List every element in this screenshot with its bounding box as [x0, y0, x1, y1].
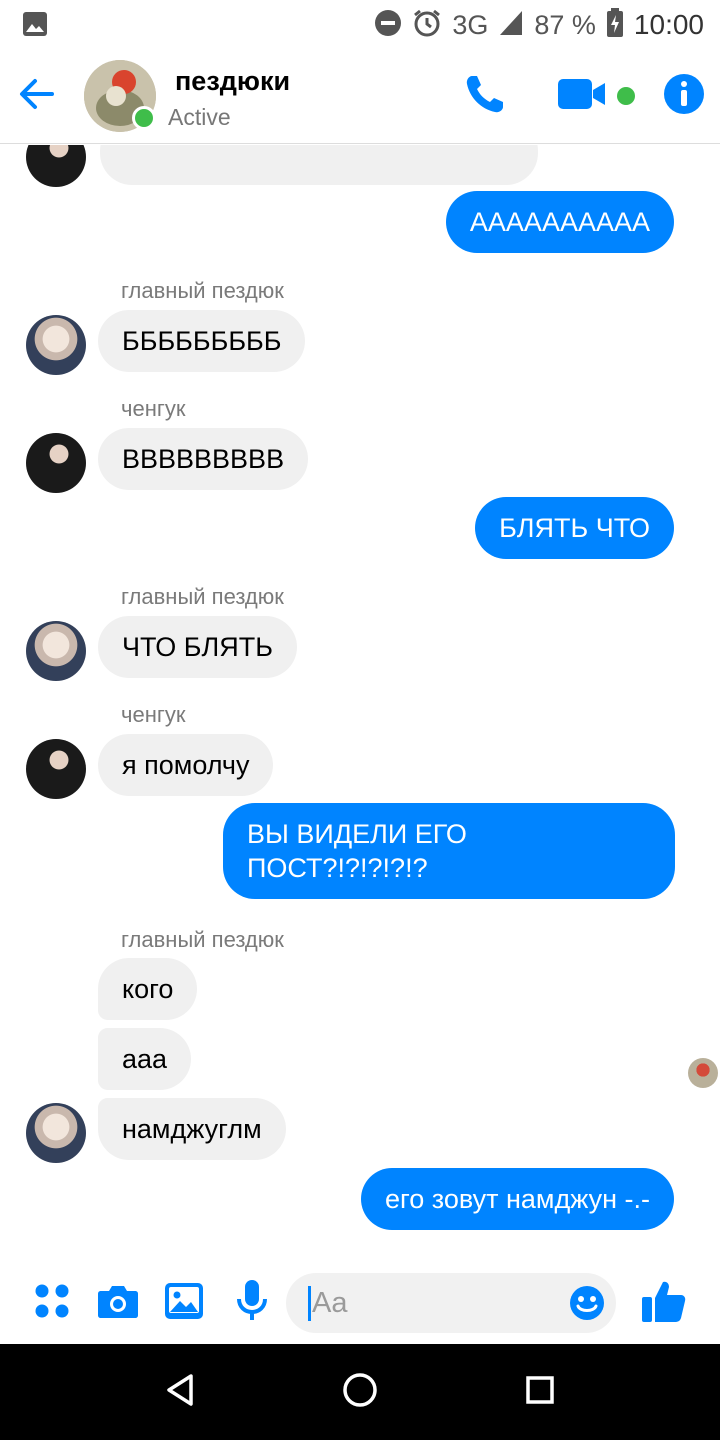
sender-avatar[interactable] — [26, 315, 86, 375]
message-bubble-out[interactable]: его зовут намджун -.- — [360, 1168, 674, 1230]
message-bubble-in[interactable]: ВВВВВВВВВ — [98, 428, 309, 490]
nav-recents-icon — [525, 1375, 555, 1410]
like-button[interactable] — [640, 1280, 688, 1326]
back-button[interactable] — [14, 74, 58, 118]
sender-name: ченгук — [121, 702, 186, 727]
message-input-box[interactable] — [286, 1273, 616, 1333]
video-call-button[interactable] — [554, 72, 610, 120]
info-button[interactable] — [661, 72, 707, 120]
composer-bar — [0, 1262, 720, 1344]
gallery-icon — [164, 1282, 204, 1325]
message-bubble-in[interactable]: БББББББББ — [98, 310, 306, 372]
message-thread[interactable]: АААААААААА главный пездюк БББББББББ ченг… — [0, 145, 720, 1260]
message-bubble-out[interactable]: ВЫ ВИДЕЛИ ЕГО ПОСТ?!?!?!?!? — [223, 803, 675, 899]
phone-icon — [463, 72, 507, 121]
clock: 10:00 — [633, 9, 704, 40]
camera-button[interactable] — [96, 1280, 140, 1326]
camera-icon — [97, 1283, 139, 1324]
battery-charging-icon — [606, 7, 624, 43]
emoji-icon[interactable] — [569, 1285, 605, 1321]
read-receipt-avatar — [688, 1058, 718, 1088]
more-apps-icon — [34, 1283, 70, 1324]
message-bubble-out[interactable]: БЛЯТЬ ЧТО — [475, 497, 674, 559]
more-apps-button[interactable] — [32, 1280, 72, 1326]
chat-header: пездюки Active — [0, 50, 720, 144]
message-bubble-in[interactable]: я помолчу — [98, 734, 274, 796]
message-bubble-in[interactable]: кого — [98, 958, 198, 1020]
call-button[interactable] — [460, 72, 510, 120]
do-not-disturb-icon — [374, 9, 402, 42]
microphone-button[interactable] — [232, 1279, 272, 1328]
video-active-dot — [617, 87, 635, 105]
message-bubble-cut-off[interactable] — [100, 145, 538, 185]
sender-avatar[interactable] — [26, 433, 86, 493]
sender-name: главный пездюк — [121, 584, 284, 609]
sender-avatar[interactable] — [26, 145, 86, 187]
message-bubble-in[interactable]: ЧТО БЛЯТЬ — [98, 616, 297, 678]
chat-status: Active — [168, 104, 231, 130]
nav-home-button[interactable] — [338, 1370, 382, 1414]
message-bubble-in[interactable]: намджуглм — [98, 1098, 286, 1160]
nav-recents-button[interactable] — [518, 1370, 562, 1414]
message-bubble-in[interactable]: ааа — [98, 1028, 192, 1090]
online-indicator — [132, 106, 156, 130]
video-camera-icon — [558, 78, 606, 114]
sender-name: главный пездюк — [121, 278, 284, 303]
system-nav-bar — [0, 1344, 720, 1440]
signal-icon — [498, 9, 524, 42]
microphone-icon — [235, 1279, 269, 1328]
nav-back-button[interactable] — [158, 1370, 202, 1414]
sender-name: ченгук — [121, 396, 186, 421]
back-arrow-icon — [18, 78, 54, 115]
network-type: 3G — [452, 9, 489, 40]
sender-name: главный пездюк — [121, 927, 284, 952]
nav-home-icon — [342, 1372, 378, 1413]
message-bubble-out[interactable]: АААААААААА — [445, 191, 674, 253]
text-caret — [308, 1286, 311, 1321]
chat-title[interactable]: пездюки — [175, 66, 290, 97]
sender-avatar[interactable] — [26, 621, 86, 681]
info-icon — [663, 73, 705, 120]
gallery-button[interactable] — [162, 1280, 206, 1326]
alarm-icon — [412, 8, 442, 43]
message-input[interactable] — [312, 1273, 552, 1333]
sender-avatar[interactable] — [26, 739, 86, 799]
battery-percent: 87 % — [534, 9, 596, 40]
sender-avatar[interactable] — [26, 1103, 86, 1163]
status-bar: 3G 87 % 10:00 — [0, 0, 720, 50]
image-notification-icon — [22, 11, 48, 42]
nav-back-icon — [165, 1373, 195, 1412]
thumbs-up-icon — [641, 1278, 687, 1329]
